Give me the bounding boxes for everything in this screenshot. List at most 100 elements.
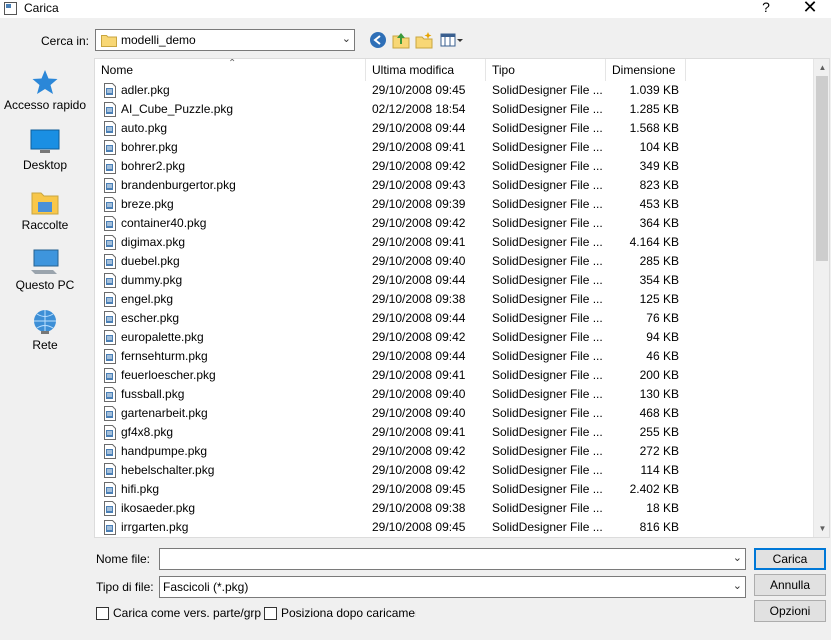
table-row[interactable]: gartenarbeit.pkg 29/10/2008 09:40 SolidDes… [95, 404, 815, 423]
table-row[interactable]: auto.pkg 29/10/2008 09:44 SolidDesigner Fi… [95, 119, 815, 138]
scroll-up-icon[interactable]: ▲ [814, 59, 829, 76]
place-label: Accesso rapido [3, 98, 87, 112]
open-button[interactable]: Carica [754, 548, 826, 570]
table-row[interactable]: europalette.pkg 29/10/2008 09:42 SolidDesi… [95, 328, 815, 347]
table-row[interactable]: engel.pkg 29/10/2008 09:38 SolidDesigner F… [95, 290, 815, 309]
file-type: SolidDesigner File ... [492, 311, 603, 325]
file-name-cell[interactable]: engel.pkg [101, 290, 365, 309]
file-type: SolidDesigner File ... [492, 102, 603, 116]
checkbox-box[interactable] [264, 607, 277, 620]
table-row[interactable]: brandenburgertor.pkg 29/10/2008 09:43 Soli… [95, 176, 815, 195]
filetype-select[interactable]: Fascicoli (*.pkg) ⌄ [159, 576, 746, 598]
file-type: SolidDesigner File ... [492, 482, 603, 496]
filename-input[interactable]: ⌄ [159, 548, 746, 570]
file-modified: 29/10/2008 09:44 [372, 121, 466, 135]
file-name-cell[interactable]: hebelschalter.pkg [101, 461, 365, 480]
file-name-cell[interactable]: breze.pkg [101, 195, 365, 214]
place-network[interactable]: Rete [0, 308, 90, 366]
place-libraries[interactable]: Raccolte [0, 188, 90, 246]
checkbox-box[interactable] [96, 607, 109, 620]
file-modified: 29/10/2008 09:38 [372, 501, 466, 515]
file-name-cell[interactable]: auto.pkg [101, 119, 365, 138]
table-row[interactable]: bohrer2.pkg 29/10/2008 09:42 SolidDesigner… [95, 157, 815, 176]
chevron-down-icon[interactable]: ⌄ [733, 579, 742, 592]
file-list-header: Nome ⌃ Ultima modifica Tipo Dimensione [95, 59, 815, 81]
column-header-type[interactable]: Tipo [486, 59, 606, 81]
file-name-cell[interactable]: escher.pkg [101, 309, 365, 328]
file-name: gartenarbeit.pkg [121, 406, 208, 420]
options-button[interactable]: Opzioni [754, 600, 826, 622]
file-name-cell[interactable]: brandenburgertor.pkg [101, 176, 365, 195]
help-button[interactable]: ? [756, 0, 776, 17]
file-name-cell[interactable]: fussball.pkg [101, 385, 365, 404]
file-name-cell[interactable]: duebel.pkg [101, 252, 365, 271]
file-name-cell[interactable]: bohrer2.pkg [101, 157, 365, 176]
vertical-scrollbar[interactable]: ▲ ▼ [813, 59, 829, 537]
table-row[interactable]: duebel.pkg 29/10/2008 09:40 SolidDesigner … [95, 252, 815, 271]
position-after-load-checkbox[interactable]: Posiziona dopo caricamen [264, 607, 416, 621]
view-menu-icon[interactable] [440, 31, 464, 49]
table-row[interactable]: bohrer.pkg 29/10/2008 09:41 SolidDesigner … [95, 138, 815, 157]
up-folder-icon[interactable] [392, 31, 410, 49]
table-row[interactable]: irrgarten.pkg 29/10/2008 09:45 SolidDesign… [95, 518, 815, 537]
checkbox-label: Posiziona dopo caricamen [281, 607, 416, 620]
table-row[interactable]: container40.pkg 29/10/2008 09:42 SolidDesi… [95, 214, 815, 233]
table-row[interactable]: handpumpe.pkg 29/10/2008 09:42 SolidDesign… [95, 442, 815, 461]
file-name-cell[interactable]: ikosaeder.pkg [101, 499, 365, 518]
file-type: SolidDesigner File ... [492, 140, 603, 154]
table-row[interactable]: dummy.pkg 29/10/2008 09:44 SolidDesigner F… [95, 271, 815, 290]
file-icon [104, 254, 116, 269]
table-row[interactable]: fussball.pkg 29/10/2008 09:40 SolidDesigne… [95, 385, 815, 404]
scroll-down-icon[interactable]: ▼ [814, 520, 829, 537]
file-name-cell[interactable]: bohrer.pkg [101, 138, 365, 157]
table-row[interactable]: escher.pkg 29/10/2008 09:44 SolidDesigner … [95, 309, 815, 328]
file-name-cell[interactable]: gartenarbeit.pkg [101, 404, 365, 423]
table-row[interactable]: ikosaeder.pkg 29/10/2008 09:38 SolidDesign… [95, 499, 815, 518]
column-header-modified[interactable]: Ultima modifica [366, 59, 486, 81]
table-row[interactable]: hebelschalter.pkg 29/10/2008 09:42 SolidDe… [95, 461, 815, 480]
column-header-size[interactable]: Dimensione [606, 59, 686, 81]
file-name-cell[interactable]: feuerloescher.pkg [101, 366, 365, 385]
cancel-button[interactable]: Annulla [754, 574, 826, 596]
scrollbar-thumb[interactable] [816, 76, 828, 261]
lookin-combo[interactable]: modelli_demo ⌄ [95, 29, 355, 51]
file-name-cell[interactable]: hifi.pkg [101, 480, 365, 499]
file-name-cell[interactable]: gf4x8.pkg [101, 423, 365, 442]
column-header-name[interactable]: Nome ⌃ [95, 59, 366, 81]
place-quick-access[interactable]: Accesso rapido [0, 68, 90, 126]
file-name: engel.pkg [121, 292, 174, 306]
file-modified: 29/10/2008 09:38 [372, 292, 466, 306]
table-row[interactable]: hifi.pkg 29/10/2008 09:45 SolidDesigner Fi… [95, 480, 815, 499]
file-name-cell[interactable]: AI_Cube_Puzzle.pkg [101, 100, 365, 119]
file-name-cell[interactable]: adler.pkg [101, 81, 365, 100]
place-desktop[interactable]: Desktop [0, 128, 90, 186]
file-name-cell[interactable]: europalette.pkg [101, 328, 365, 347]
back-icon[interactable] [369, 31, 387, 49]
file-name-cell[interactable]: irrgarten.pkg [101, 518, 365, 537]
file-type: SolidDesigner File ... [492, 273, 603, 287]
desktop-icon [30, 129, 60, 153]
file-name-cell[interactable]: container40.pkg [101, 214, 365, 233]
file-size: 114 KB [640, 463, 679, 477]
close-button[interactable]: ✕ [797, 0, 823, 17]
file-name-cell[interactable]: digimax.pkg [101, 233, 365, 252]
table-row[interactable]: adler.pkg 29/10/2008 09:45 SolidDesigner F… [95, 81, 815, 100]
table-row[interactable]: fernsehturm.pkg 29/10/2008 09:44 SolidDesi… [95, 347, 815, 366]
chevron-down-icon[interactable]: ⌄ [733, 551, 742, 564]
table-row[interactable]: feuerloescher.pkg 29/10/2008 09:41 SolidDe… [95, 366, 815, 385]
file-name-cell[interactable]: dummy.pkg [101, 271, 365, 290]
file-list[interactable]: Nome ⌃ Ultima modifica Tipo Dimensione a… [94, 58, 830, 538]
file-name-cell[interactable]: handpumpe.pkg [101, 442, 365, 461]
table-row[interactable]: digimax.pkg 29/10/2008 09:41 SolidDesigner… [95, 233, 815, 252]
load-as-part-checkbox[interactable]: Carica come vers. parte/grp [96, 606, 261, 621]
table-row[interactable]: AI_Cube_Puzzle.pkg 02/12/2008 18:54 SolidD… [95, 100, 815, 119]
network-icon [34, 310, 56, 334]
file-size: 46 KB [646, 349, 679, 363]
file-modified: 29/10/2008 09:40 [372, 406, 466, 420]
file-type: SolidDesigner File ... [492, 425, 603, 439]
table-row[interactable]: gf4x8.pkg 29/10/2008 09:41 SolidDesigner F… [95, 423, 815, 442]
file-name-cell[interactable]: fernsehturm.pkg [101, 347, 365, 366]
table-row[interactable]: breze.pkg 29/10/2008 09:39 SolidDesigner F… [95, 195, 815, 214]
new-folder-icon[interactable] [415, 31, 433, 49]
place-this-pc[interactable]: Questo PC [0, 248, 90, 306]
